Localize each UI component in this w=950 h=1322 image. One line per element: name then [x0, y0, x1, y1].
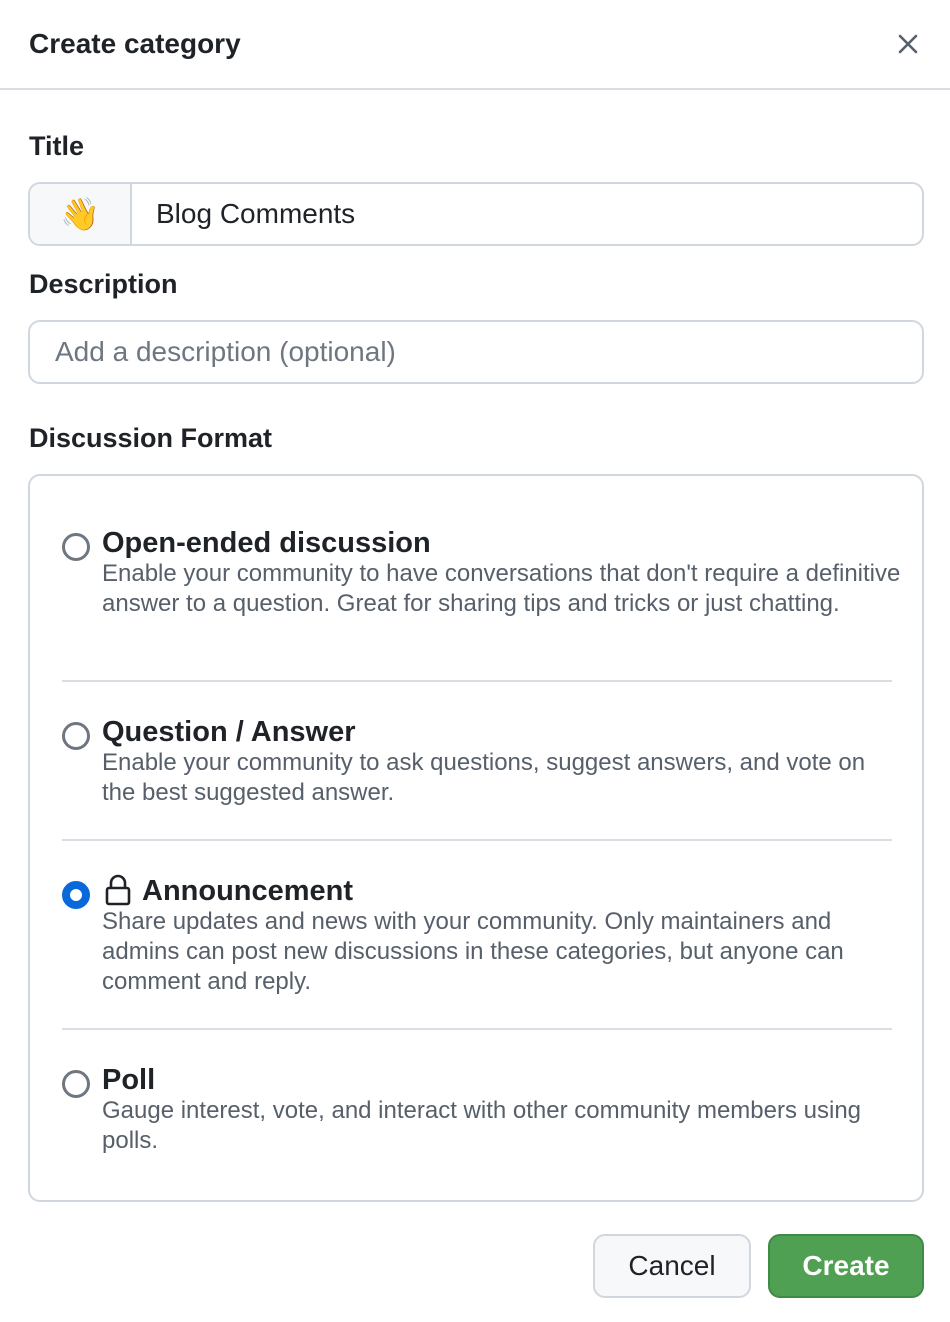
- option-title: Open-ended discussion: [102, 527, 431, 559]
- close-icon: [898, 34, 918, 54]
- radio-open-ended[interactable]: [62, 533, 90, 561]
- create-category-dialog: Create category Title 👋 Description Disc…: [0, 0, 950, 1322]
- option-divider: [62, 1028, 892, 1030]
- radio-announcement[interactable]: [62, 881, 90, 909]
- title-field-group: 👋: [28, 182, 924, 246]
- waving-hand-icon: 👋: [60, 196, 100, 232]
- format-option-poll[interactable]: Poll Gauge interest, vote, and interact …: [62, 1064, 892, 1159]
- close-button[interactable]: [888, 24, 928, 64]
- dialog-header: Create category: [0, 0, 950, 90]
- description-input[interactable]: [28, 320, 924, 384]
- option-description: Enable your community to ask questions, …: [102, 749, 866, 806]
- option-divider: [62, 839, 892, 841]
- discussion-format-list: Open-ended discussion Enable your commun…: [28, 474, 924, 1202]
- title-input[interactable]: [132, 184, 922, 244]
- option-description: Gauge interest, vote, and interact with …: [102, 1097, 862, 1154]
- option-description: Enable your community to have conversati…: [102, 560, 901, 617]
- create-button[interactable]: Create: [768, 1234, 924, 1298]
- option-divider: [62, 680, 892, 682]
- emoji-picker-button[interactable]: 👋: [30, 184, 132, 244]
- discussion-format-label: Discussion Format: [29, 423, 273, 453]
- cancel-button[interactable]: Cancel: [593, 1234, 751, 1298]
- option-title: Poll: [102, 1064, 156, 1096]
- option-description: Share updates and news with your communi…: [102, 908, 844, 995]
- title-label: Title: [29, 131, 85, 161]
- radio-question-answer[interactable]: [62, 722, 90, 750]
- lock-icon: [105, 874, 131, 906]
- description-label: Description: [29, 269, 178, 299]
- option-title: Announcement: [142, 875, 354, 907]
- radio-poll[interactable]: [62, 1070, 90, 1098]
- format-option-question-answer[interactable]: Question / Answer Enable your community …: [62, 716, 892, 811]
- format-option-announcement[interactable]: Announcement Share updates and news with…: [62, 874, 892, 1000]
- format-option-open-ended[interactable]: Open-ended discussion Enable your commun…: [62, 527, 900, 652]
- option-title: Question / Answer: [102, 716, 356, 748]
- dialog-title: Create category: [29, 28, 241, 59]
